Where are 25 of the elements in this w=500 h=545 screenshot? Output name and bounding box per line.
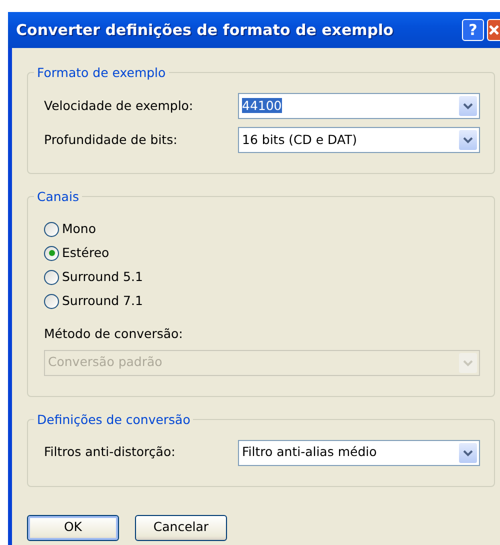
chevron-down-icon: [463, 136, 473, 144]
chevron-down-icon: [463, 358, 473, 367]
dropdown[interactable]: 44100: [238, 93, 480, 119]
help-button[interactable]: ?: [462, 19, 484, 41]
radio-label[interactable]: Surround 5.1: [62, 268, 143, 286]
chevron-down-icon: [463, 102, 473, 110]
radio-button[interactable]: [44, 294, 59, 308]
field-label: Filtros anti-distorção:: [44, 443, 176, 462]
field-label: Profundidade de bits:: [44, 130, 178, 149]
dialog-button[interactable]: OK: [27, 514, 119, 541]
radio-button[interactable]: [44, 270, 59, 284]
dropdown[interactable]: Filtro anti-alias médio: [238, 440, 480, 466]
field-label: Método de conversão:: [44, 325, 183, 343]
radio-label[interactable]: Surround 7.1: [62, 292, 143, 310]
dropdown[interactable]: 16 bits (CD e DAT): [238, 127, 480, 153]
field-label: Velocidade de exemplo:: [44, 96, 194, 115]
radio-label[interactable]: Mono: [62, 220, 96, 238]
radio-label[interactable]: Estéreo: [62, 244, 110, 262]
close-button[interactable]: [487, 19, 500, 41]
radio-button[interactable]: [44, 246, 59, 260]
radio-button[interactable]: [44, 222, 59, 236]
close-icon: [489, 23, 499, 37]
window-title: Converter definições de formato de exemplo: [16, 20, 394, 41]
dialog-button[interactable]: Cancelar: [135, 514, 227, 541]
chevron-down-icon: [463, 448, 473, 457]
